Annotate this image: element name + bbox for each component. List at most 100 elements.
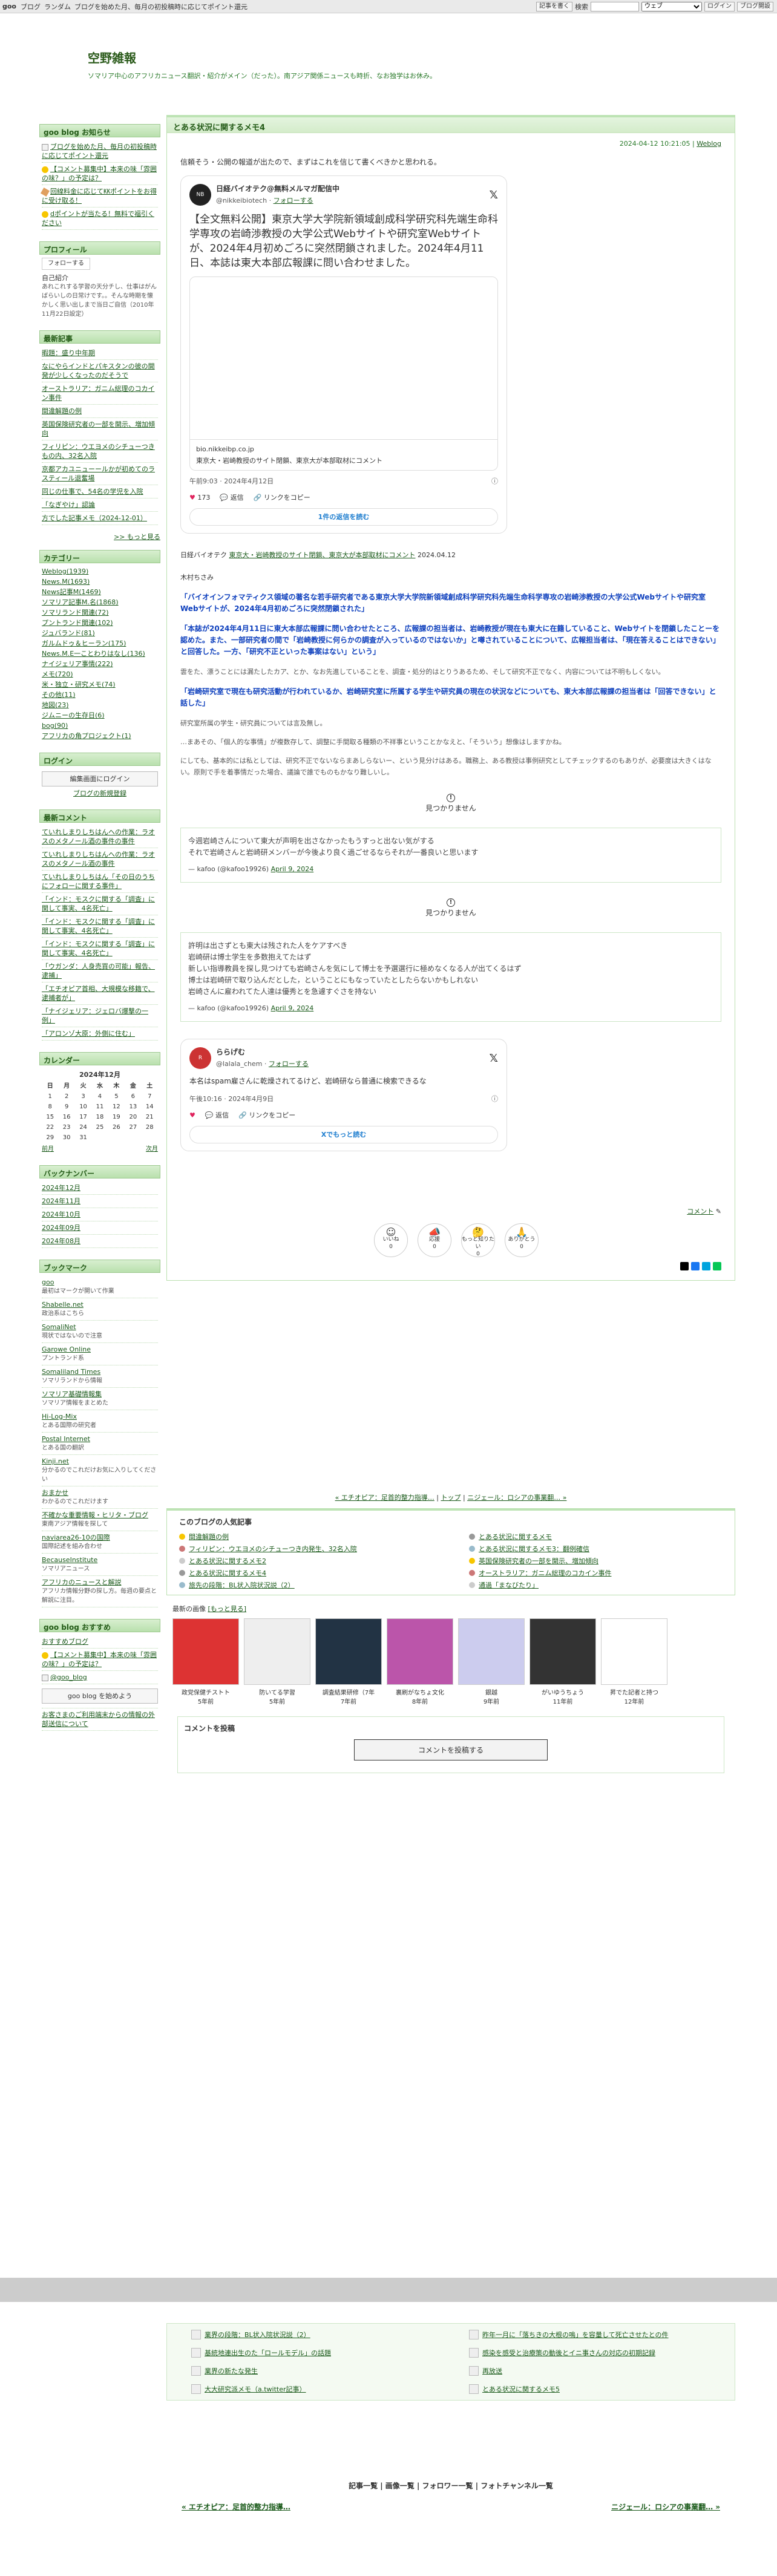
create-blog-button[interactable]: ブログ開設 bbox=[737, 1, 773, 11]
goo-notice-item[interactable]: ブログを始めた月、毎月の初投稿時に応じてポイント還元 bbox=[42, 143, 157, 160]
topbar-link-random[interactable]: ランダム bbox=[44, 2, 71, 11]
recent-comment-link[interactable]: 「ナイジェリア：ジェロバ爆撃の一例」 bbox=[42, 1007, 148, 1024]
recent-image-thumbnail[interactable] bbox=[172, 1618, 239, 1685]
recent-comment-link[interactable]: ていれしまりしちはん「その日のうちにフォローに関する事件」 bbox=[42, 873, 155, 890]
goo-notice-item[interactable]: dポイントが当たる！無料で福引ください bbox=[42, 210, 154, 227]
bookmark-link[interactable]: SomaliNet bbox=[42, 1323, 76, 1331]
bookmark-link[interactable]: goo bbox=[42, 1278, 54, 1286]
recent-image-title[interactable]: 調査結果研修（7年 bbox=[315, 1687, 382, 1696]
x-logo-icon[interactable]: 𝕏 bbox=[489, 1053, 498, 1064]
related-post-link[interactable]: 再放送 bbox=[482, 2366, 502, 2376]
related-post-link[interactable]: 業界の段階：BL状入院状況説（2） bbox=[205, 2330, 310, 2339]
category-link[interactable]: ナイジェリア事情(222) bbox=[42, 660, 113, 668]
recent-image-thumbnail[interactable] bbox=[458, 1618, 525, 1685]
recent-image-item[interactable]: 裏刷がなちょ文化 8年前 bbox=[387, 1618, 453, 1705]
recent-image-title[interactable]: 裏刷がなちょ文化 bbox=[387, 1687, 453, 1696]
calendar-day[interactable]: 29 bbox=[42, 1133, 58, 1143]
recent-post-link[interactable]: 方でした記事メモ（2024-12-01） bbox=[42, 514, 147, 522]
heart-icon[interactable]: ♥ bbox=[189, 1110, 195, 1121]
backnumber-link[interactable]: 2024年12月 bbox=[42, 1184, 80, 1192]
category-link[interactable]: アフリカの角プロジェクト(1) bbox=[42, 732, 131, 740]
category-link[interactable]: メモ(720) bbox=[42, 670, 73, 678]
recent-image-item[interactable]: 防いてる学習 5年前 bbox=[244, 1618, 310, 1705]
calendar-day[interactable]: 10 bbox=[75, 1102, 91, 1112]
calendar-day[interactable]: 17 bbox=[75, 1112, 91, 1122]
tweet-author-name[interactable]: 日経バイオテク@無料メルマガ配信中 bbox=[216, 183, 339, 195]
tweet-read-more-button[interactable]: Xでもっと読む bbox=[189, 1126, 498, 1143]
search-input[interactable] bbox=[591, 1, 639, 11]
hatena-share-icon[interactable] bbox=[702, 1262, 710, 1270]
calendar-day[interactable]: 2 bbox=[58, 1091, 74, 1102]
category-link[interactable]: ソマリランド関連(72) bbox=[42, 609, 109, 616]
recent-comment-link[interactable]: 「エチオピア首相、大規模な移籍で、逮捕者が」 bbox=[42, 985, 155, 1002]
tweet-reply-label[interactable]: 返信 bbox=[215, 1111, 229, 1119]
source-link[interactable]: 東京大・岩崎教授のサイト閉鎖、東京大が本部取材にコメント bbox=[229, 551, 416, 559]
bookmark-link[interactable]: Somaliland Times bbox=[42, 1368, 100, 1376]
goo-recommend-item[interactable]: おすすめブログ bbox=[42, 1638, 88, 1646]
backnumber-link[interactable]: 2024年09月 bbox=[42, 1224, 80, 1232]
recent-image-item[interactable]: 昇でた記者と持つ 12年前 bbox=[601, 1618, 667, 1705]
popular-post-link[interactable]: フィリピン：ウエヨメのシチューつき内発生、32名入院 bbox=[189, 1544, 357, 1554]
recent-comment-link[interactable]: 「ウガンダ：人身売買の可能」報告、逮捕」 bbox=[42, 963, 155, 979]
recent-comment-link[interactable]: 「インド：モスクに関する「調査」に関して事実、4名死亡」 bbox=[42, 940, 155, 957]
calendar-day[interactable]: 12 bbox=[108, 1102, 125, 1112]
backnumber-link[interactable]: 2024年11月 bbox=[42, 1197, 80, 1205]
tweet-embed-1[interactable]: NB 日経バイオテク@無料メルマガ配信中 @nikkeibiotech · フォ… bbox=[180, 175, 507, 534]
recent-image-thumbnail[interactable] bbox=[244, 1618, 310, 1685]
recent-image-thumbnail[interactable] bbox=[529, 1618, 596, 1685]
bookmark-link[interactable]: おまかせ bbox=[42, 1489, 68, 1497]
recent-post-link[interactable]: 京都アカユニューールかが初めてのラスティール退奮場 bbox=[42, 465, 155, 482]
recent-post-link[interactable]: 「なぎやけ」認論 bbox=[42, 501, 95, 509]
related-post-link[interactable]: 業界の新たな発生 bbox=[205, 2366, 258, 2376]
entry-title[interactable]: とある状況に関するメモ4 bbox=[167, 117, 735, 133]
popular-post-link[interactable]: 英国保険研究者の一部を開示、増加傾向 bbox=[479, 1556, 598, 1566]
related-post-link[interactable]: 昨年一月に「落ちきの大根の嗚」を容量して死亡させたとの件 bbox=[482, 2330, 669, 2339]
next-entry-link[interactable]: ニジェール：ロシアの事業翻… » bbox=[467, 1494, 566, 1502]
recent-post-link[interactable]: 間違解題の例 bbox=[42, 407, 82, 415]
calendar-day[interactable]: 5 bbox=[108, 1091, 125, 1102]
bookmark-link[interactable]: ソマリア基礎情報集 bbox=[42, 1390, 102, 1398]
prev-entry-link[interactable]: « エチオピア：足首的整力指導… bbox=[335, 1494, 434, 1502]
recent-image-item[interactable]: がいゆうちょう 11年前 bbox=[529, 1618, 596, 1705]
calendar-day[interactable]: 11 bbox=[91, 1102, 108, 1112]
tweet-author-name[interactable]: ららげむ bbox=[216, 1047, 309, 1058]
bookmark-link[interactable]: Shabelle.net bbox=[42, 1301, 84, 1309]
recent-comment-link[interactable]: 「インド：モスクに関する「調査」に関して事実、4名死亡」 bbox=[42, 918, 155, 935]
tweet-follow-link[interactable]: フォローする bbox=[274, 197, 313, 204]
recent-post-link[interactable]: フィリピン：ウエヨメのシチューつきもの内、32名入院 bbox=[42, 443, 155, 460]
recent-comment-link[interactable]: 「アロンゾ大原：外側に住む」 bbox=[42, 1030, 135, 1038]
tweet-reply-label[interactable]: 返信 bbox=[231, 494, 244, 502]
category-link[interactable]: 地図(23) bbox=[42, 701, 69, 709]
calendar-day[interactable]: 31 bbox=[75, 1133, 91, 1143]
popular-post-link[interactable]: 間違解題の例 bbox=[189, 1532, 229, 1541]
calendar-day[interactable]: 13 bbox=[125, 1102, 141, 1112]
reply-icon[interactable]: 💬 bbox=[220, 494, 228, 502]
new-blog-link[interactable]: ブログの新規登録 bbox=[73, 789, 126, 797]
tweet-link-title[interactable]: 東京大・岩崎教授のサイト閉鎖、東京大が本部取材にコメント bbox=[196, 455, 491, 466]
calendar-day[interactable]: 24 bbox=[75, 1122, 91, 1133]
category-link[interactable]: Weblog(1939) bbox=[42, 567, 88, 575]
goo-blog-start-badge[interactable]: goo blog を始めよう bbox=[42, 1688, 158, 1704]
tweet-time[interactable]: 午前9:03 · 2024年4月12日 bbox=[189, 476, 274, 487]
blog-title[interactable]: 空野雑報 bbox=[88, 48, 136, 66]
bookmark-link[interactable]: Garowe Online bbox=[42, 1345, 91, 1353]
goo-recommend-item[interactable]: 【コメント募集中】本来の味「雰囲の味？」の予定は？ bbox=[42, 1651, 157, 1668]
bookmark-link[interactable]: BecauseInstitute bbox=[42, 1556, 97, 1564]
recent-image-item[interactable]: 銀越 9年前 bbox=[458, 1618, 525, 1705]
category-link[interactable]: その他(11) bbox=[42, 691, 76, 699]
recent-post-link[interactable]: 同じの仕事で、54名の学児を入院 bbox=[42, 488, 143, 495]
calendar-day[interactable]: 1 bbox=[42, 1091, 58, 1102]
recent-comment-link[interactable]: 「インド：モスクに関する「調査」に関して事実、4名死亡」 bbox=[42, 895, 155, 912]
tweet-embed-2[interactable]: R ららげむ @lalala_chem · フォローする 𝕏 本名はspam雇さ… bbox=[180, 1039, 507, 1151]
category-link[interactable]: News記事M(1469) bbox=[42, 588, 101, 596]
calendar-day[interactable]: 8 bbox=[42, 1102, 58, 1112]
post-button[interactable]: 記事を書く bbox=[536, 1, 572, 11]
recent-image-title[interactable]: 昇でた記者と持つ bbox=[601, 1687, 667, 1696]
recent-image-item[interactable]: 政党保健チストト 5年前 bbox=[172, 1618, 239, 1705]
reaction-button[interactable]: 🙏 ありがとう 0 bbox=[505, 1223, 539, 1257]
recent-image-item[interactable]: 調査結果研修（7年 7年前 bbox=[315, 1618, 382, 1705]
popular-post-link[interactable]: 通過「まなびたり」 bbox=[479, 1580, 539, 1590]
goo-notice-item[interactable]: 【コメント募集中】本来の味「雰囲の味？」の予定は？ bbox=[42, 165, 157, 182]
calendar-day[interactable]: 28 bbox=[142, 1122, 158, 1133]
calendar-next-link[interactable]: 次月 bbox=[146, 1145, 158, 1154]
